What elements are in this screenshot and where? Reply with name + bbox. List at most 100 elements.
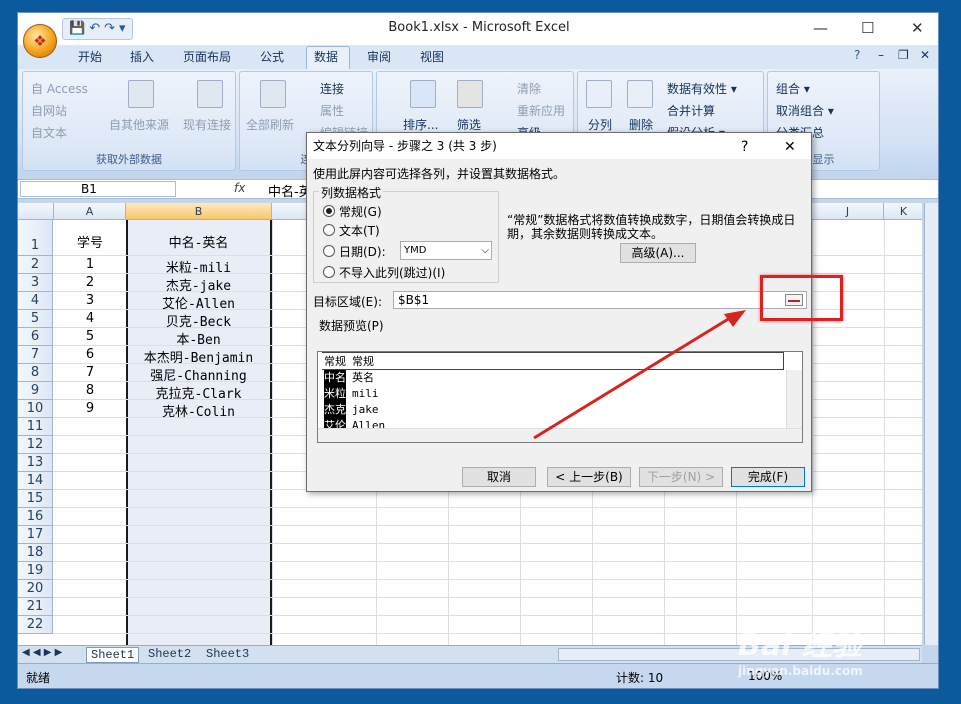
- cell-b[interactable]: 中名-英名: [126, 232, 271, 251]
- reapply-button[interactable]: 重新应用: [517, 102, 565, 119]
- consolidate-button[interactable]: 合并计算: [667, 102, 715, 119]
- cell-b[interactable]: 克拉克-Clark: [126, 383, 271, 402]
- finish-button[interactable]: 完成(F): [731, 467, 805, 487]
- cell-a[interactable]: 2: [54, 275, 126, 290]
- cell-b[interactable]: 贝克-Beck: [126, 311, 271, 330]
- tab-formulas[interactable]: 公式: [260, 48, 284, 65]
- row-header[interactable]: 9: [18, 382, 53, 400]
- cell-b[interactable]: 米粒-mili: [126, 257, 271, 276]
- office-button[interactable]: ❖: [23, 24, 57, 58]
- radio-general[interactable]: [323, 205, 335, 217]
- cell-a[interactable]: 5: [54, 329, 126, 344]
- fx-icon[interactable]: fx: [234, 181, 245, 195]
- column-header-j[interactable]: J: [812, 203, 884, 220]
- from-text-button[interactable]: 自文本: [31, 124, 67, 141]
- other-sources-button[interactable]: 自其他来源: [109, 116, 169, 133]
- ungroup-button[interactable]: 取消组合 ▾: [776, 102, 834, 119]
- row-header[interactable]: 7: [18, 346, 53, 364]
- sheet-tab-2[interactable]: Sheet2: [144, 647, 195, 663]
- sort-button[interactable]: 排序...: [403, 116, 438, 133]
- cell-a[interactable]: 4: [54, 311, 126, 326]
- clear-button[interactable]: 清除: [517, 80, 541, 97]
- row-header[interactable]: 3: [18, 274, 53, 292]
- back-button[interactable]: < 上一步(B): [547, 467, 631, 487]
- preview-vscroll[interactable]: [786, 370, 802, 428]
- select-all-corner[interactable]: [18, 203, 54, 220]
- minimize-button[interactable]: —: [813, 19, 828, 37]
- cell-b[interactable]: 强尼-Channing: [126, 365, 271, 384]
- dialog-close-button[interactable]: ✕: [784, 139, 796, 155]
- advanced-button[interactable]: 高级(A)...: [620, 243, 696, 263]
- tab-home[interactable]: 开始: [78, 48, 102, 65]
- preview-hscroll[interactable]: [318, 428, 802, 442]
- doc-close-button[interactable]: ✕: [920, 48, 930, 62]
- name-box[interactable]: B1: [20, 181, 176, 197]
- row-header[interactable]: 10: [18, 400, 53, 418]
- row-header[interactable]: 17: [18, 526, 53, 544]
- remove-duplicates-button[interactable]: 删除: [629, 116, 653, 133]
- cell-b[interactable]: 艾伦-Allen: [126, 293, 271, 312]
- radio-skip[interactable]: [323, 266, 335, 278]
- cancel-button[interactable]: 取消: [462, 467, 536, 487]
- from-access-button[interactable]: 自 Access: [31, 80, 88, 97]
- row-header[interactable]: 1: [18, 220, 53, 256]
- row-header[interactable]: 8: [18, 364, 53, 382]
- date-format-select[interactable]: YMD ⌵: [400, 241, 492, 260]
- cell-b[interactable]: 克林-Colin: [126, 401, 271, 420]
- sheet-tab-3[interactable]: Sheet3: [202, 647, 253, 663]
- cell-b[interactable]: 杰克-jake: [126, 275, 271, 294]
- tab-page-layout[interactable]: 页面布局: [183, 48, 231, 65]
- cell-a[interactable]: 6: [54, 347, 126, 362]
- doc-restore-button[interactable]: ❐: [898, 48, 909, 62]
- column-header-b[interactable]: B: [126, 203, 272, 220]
- tab-view[interactable]: 视图: [420, 48, 444, 65]
- cell-a[interactable]: 9: [54, 401, 126, 416]
- close-button[interactable]: ✕: [911, 19, 924, 37]
- existing-connections-button[interactable]: 现有连接: [183, 116, 231, 133]
- next-button[interactable]: 下一步(N) >: [639, 467, 723, 487]
- sheet-nav-icon[interactable]: ◀ ◀ ▶ ▶: [22, 647, 62, 658]
- row-header[interactable]: 18: [18, 544, 53, 562]
- row-header[interactable]: 12: [18, 436, 53, 454]
- from-web-button[interactable]: 自网站: [31, 102, 67, 119]
- row-header[interactable]: 21: [18, 598, 53, 616]
- cell-b[interactable]: 本杰明-Benjamin: [126, 347, 271, 366]
- row-header[interactable]: 6: [18, 328, 53, 346]
- cell-a[interactable]: 7: [54, 365, 126, 380]
- row-header[interactable]: 22: [18, 616, 53, 634]
- column-header-k[interactable]: K: [884, 203, 922, 220]
- data-preview[interactable]: 常规 常规 中名 英名 米粒 mili 杰克 jake 艾伦 Allen: [317, 351, 803, 443]
- group-button[interactable]: 组合 ▾: [776, 80, 810, 97]
- cell-a[interactable]: 1: [54, 257, 126, 272]
- radio-date[interactable]: [323, 245, 335, 257]
- maximize-button[interactable]: ☐: [861, 19, 874, 37]
- tab-review[interactable]: 审阅: [367, 48, 391, 65]
- tab-data[interactable]: 数据: [314, 48, 338, 65]
- column-header-a[interactable]: A: [54, 203, 126, 220]
- radio-text[interactable]: [323, 224, 335, 236]
- vertical-scrollbar[interactable]: [924, 203, 938, 645]
- sheet-tab-1[interactable]: Sheet1: [86, 647, 140, 663]
- row-header[interactable]: 13: [18, 454, 53, 472]
- row-header[interactable]: 15: [18, 490, 53, 508]
- properties-button[interactable]: 属性: [320, 102, 344, 119]
- cell-a[interactable]: 8: [54, 383, 126, 398]
- connections-button[interactable]: 连接: [320, 80, 344, 97]
- row-header[interactable]: 20: [18, 580, 53, 598]
- row-header[interactable]: 14: [18, 472, 53, 490]
- data-validation-button[interactable]: 数据有效性 ▾: [667, 80, 737, 97]
- row-header[interactable]: 11: [18, 418, 53, 436]
- row-header[interactable]: 5: [18, 310, 53, 328]
- dialog-help-button[interactable]: ?: [741, 139, 748, 155]
- doc-minimize-button[interactable]: –: [878, 48, 884, 62]
- cell-a[interactable]: 学号: [54, 232, 126, 251]
- text-to-columns-button[interactable]: 分列: [588, 116, 612, 133]
- refresh-all-button[interactable]: 全部刷新: [246, 116, 294, 133]
- tab-insert[interactable]: 插入: [130, 48, 154, 65]
- cell-a[interactable]: 3: [54, 293, 126, 308]
- cell-b[interactable]: 本-Ben: [126, 329, 271, 348]
- row-header[interactable]: 19: [18, 562, 53, 580]
- row-header[interactable]: 4: [18, 292, 53, 310]
- row-header[interactable]: 2: [18, 256, 53, 274]
- row-header[interactable]: 16: [18, 508, 53, 526]
